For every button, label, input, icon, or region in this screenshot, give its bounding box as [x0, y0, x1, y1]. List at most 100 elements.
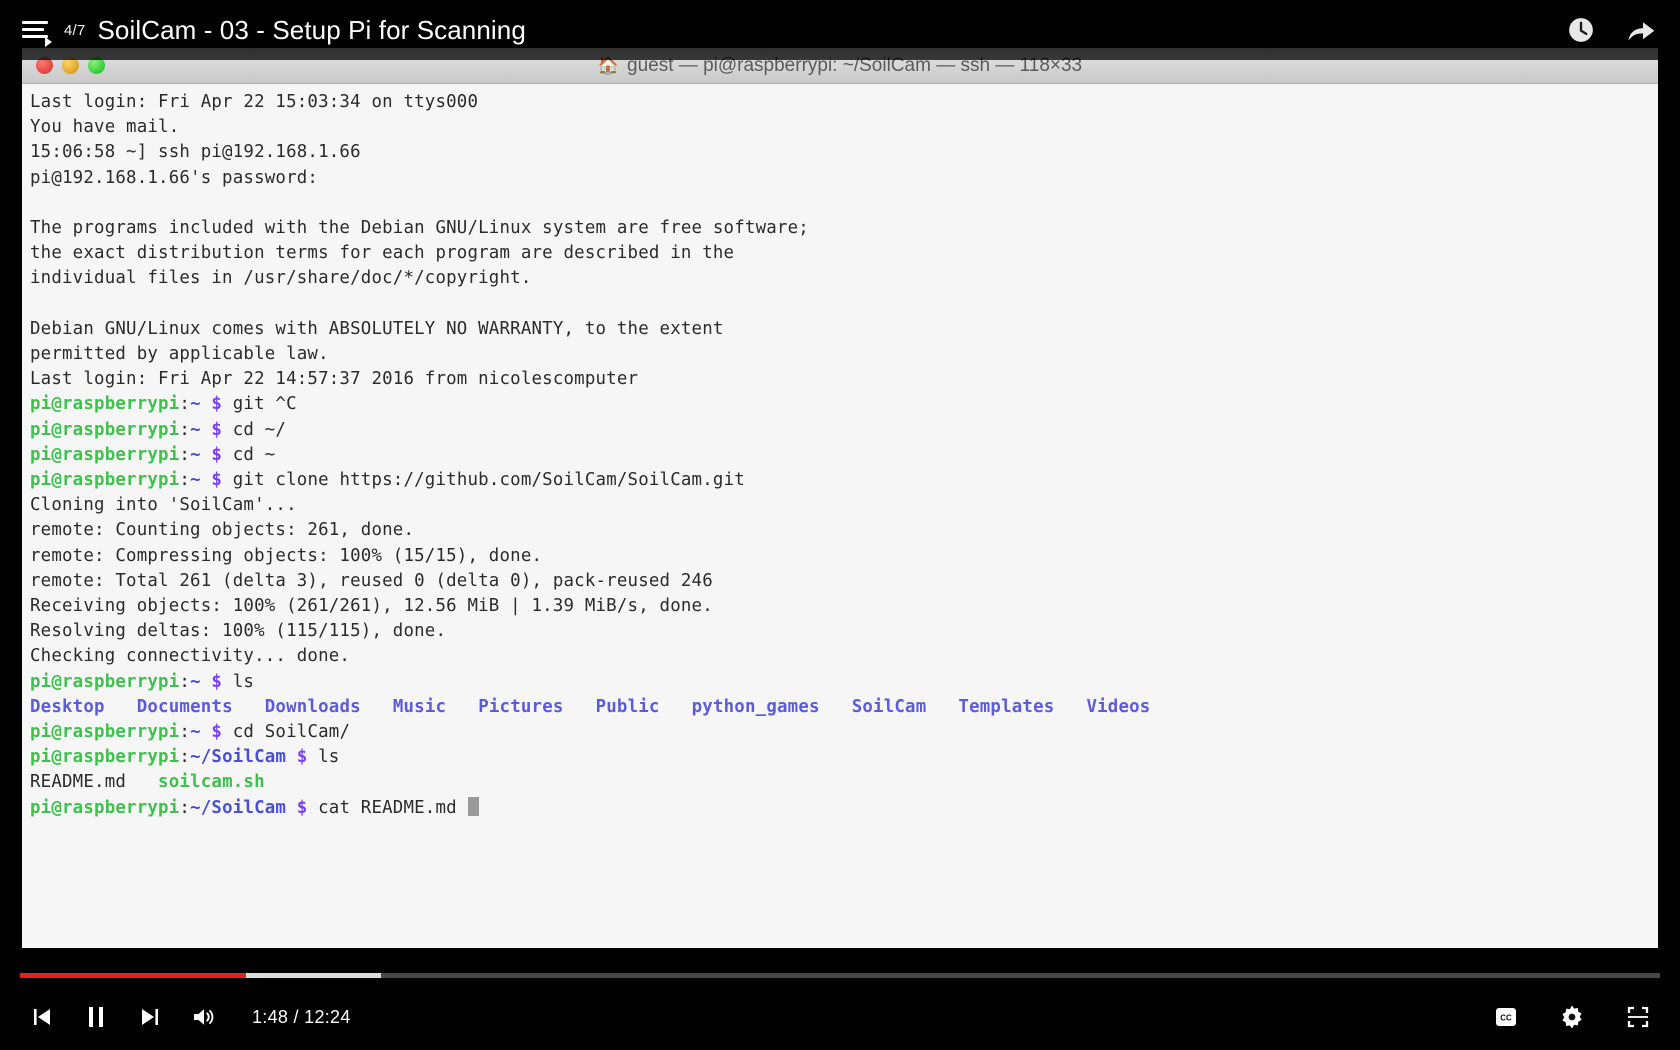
terminal-line: pi@raspberrypi:~ $ cd ~	[30, 443, 1658, 468]
terminal-line: remote: Total 261 (delta 3), reused 0 (d…	[30, 569, 1658, 594]
terminal-line: 15:06:58 ~] ssh pi@192.168.1.66	[30, 140, 1658, 165]
terminal-line: pi@raspberrypi:~ $ cd SoilCam/	[30, 720, 1658, 745]
terminal-text: ls	[307, 747, 340, 768]
terminal-line: the exact distribution terms for each pr…	[30, 241, 1658, 266]
terminal-text: cd ~	[222, 444, 276, 465]
playlist-menu-icon[interactable]	[22, 17, 52, 47]
terminal-text: git ^C	[222, 394, 297, 415]
terminal-text: Resolving deltas: 100% (115/115), done.	[30, 621, 447, 642]
terminal-text: Pictures	[478, 696, 564, 717]
terminal-text: $	[296, 797, 308, 818]
terminal-text: the exact distribution terms for each pr…	[30, 243, 735, 264]
terminal-text: ~	[190, 671, 201, 692]
terminal-text: $	[211, 444, 223, 465]
terminal-line: individual files in /usr/share/doc/*/cop…	[30, 266, 1658, 291]
progress-bar[interactable]	[20, 973, 1660, 978]
terminal-text: :	[179, 722, 191, 743]
terminal-text: ~/SoilCam	[190, 747, 287, 768]
player-top-bar: 4/7 SoilCam - 03 - Setup Pi for Scanning	[0, 0, 1680, 60]
progress-played	[20, 973, 247, 978]
terminal-text: Music	[392, 696, 447, 717]
terminal-text: Public	[595, 696, 660, 717]
terminal-text: The programs included with the Debian GN…	[30, 218, 809, 239]
terminal-line: Debian GNU/Linux comes with ABSOLUTELY N…	[30, 317, 1658, 342]
playlist-counter: 4/7	[64, 21, 86, 39]
terminal-line: Desktop Documents Downloads Music Pictur…	[30, 695, 1658, 720]
terminal-line: Checking connectivity... done.	[30, 644, 1658, 669]
terminal-text: soilcam.sh	[158, 772, 265, 793]
terminal-text: python_games	[691, 696, 820, 717]
terminal-line: pi@raspberrypi:~ $ git clone https://git…	[30, 468, 1658, 493]
terminal-line: remote: Counting objects: 261, done.	[30, 518, 1658, 543]
terminal-line: pi@192.168.1.66's password:	[30, 166, 1658, 191]
terminal-text: git clone https://github.com/SoilCam/Soi…	[222, 470, 745, 491]
terminal-output[interactable]: Last login: Fri Apr 22 15:03:34 on ttys0…	[22, 84, 1658, 948]
terminal-text: pi@raspberrypi	[30, 722, 180, 743]
terminal-line: Last login: Fri Apr 22 15:03:34 on ttys0…	[30, 90, 1658, 115]
previous-track-icon[interactable]	[22, 997, 62, 1037]
terminal-text: pi@raspberrypi	[30, 419, 180, 440]
pause-icon[interactable]	[76, 997, 116, 1037]
video-player: 4/7 SoilCam - 03 - Setup Pi for Scanning	[0, 0, 1680, 1050]
terminal-line: Receiving objects: 100% (261/261), 12.56…	[30, 594, 1658, 619]
terminal-line: remote: Compressing objects: 100% (15/15…	[30, 544, 1658, 569]
terminal-text: permitted by applicable law.	[30, 344, 329, 365]
terminal-text: ~	[190, 394, 201, 415]
terminal-text: ~	[190, 444, 201, 465]
terminal-text: :	[179, 747, 191, 768]
terminal-line: Cloning into 'SoilCam'...	[30, 493, 1658, 518]
next-track-icon[interactable]	[130, 997, 170, 1037]
gear-icon[interactable]	[1552, 997, 1592, 1037]
terminal-line: Resolving deltas: 100% (115/115), done.	[30, 619, 1658, 644]
controls-left: 1:48 / 12:24	[22, 997, 351, 1037]
time-display: 1:48 / 12:24	[252, 1006, 351, 1027]
terminal-text: Videos	[1086, 696, 1151, 717]
volume-icon[interactable]	[184, 997, 224, 1037]
fullscreen-icon[interactable]	[1618, 997, 1658, 1037]
terminal-text: $	[211, 671, 223, 692]
terminal-text: pi@raspberrypi	[30, 470, 180, 491]
terminal-line: pi@raspberrypi:~ $ ls	[30, 670, 1658, 695]
terminal-text: cd SoilCam/	[222, 722, 351, 743]
terminal-text: SoilCam	[851, 696, 927, 717]
terminal-text: ls	[222, 671, 255, 692]
top-bar-actions	[1564, 13, 1658, 47]
terminal-text: :	[179, 394, 191, 415]
share-icon[interactable]	[1624, 13, 1658, 47]
terminal-text: $	[296, 747, 308, 768]
terminal-text: Checking connectivity... done.	[30, 646, 351, 667]
closed-captions-icon[interactable]: CC	[1486, 997, 1526, 1037]
terminal-text: remote: Total 261 (delta 3), reused 0 (d…	[30, 570, 713, 591]
video-frame[interactable]: 🏠 guest — pi@raspberrypi: ~/SoilCam — ss…	[22, 48, 1658, 948]
svg-text:CC: CC	[1500, 1014, 1512, 1023]
terminal-text: :	[179, 419, 191, 440]
terminal-text: Downloads	[264, 696, 361, 717]
terminal-text: individual files in /usr/share/doc/*/cop…	[30, 268, 532, 289]
terminal-line: pi@raspberrypi:~/SoilCam $ cat README.md	[30, 796, 1658, 821]
terminal-text: $	[211, 470, 223, 491]
terminal-line: pi@raspberrypi:~/SoilCam $ ls	[30, 745, 1658, 770]
terminal-text: README.md	[30, 772, 127, 793]
terminal-text: Debian GNU/Linux comes with ABSOLUTELY N…	[30, 318, 724, 339]
clock-icon[interactable]	[1564, 13, 1598, 47]
terminal-text: pi@raspberrypi	[30, 671, 180, 692]
terminal-text: Receiving objects: 100% (261/261), 12.56…	[30, 596, 713, 617]
terminal-text: $	[211, 722, 223, 743]
terminal-text: pi@raspberrypi	[30, 797, 180, 818]
terminal-cursor	[467, 796, 479, 816]
